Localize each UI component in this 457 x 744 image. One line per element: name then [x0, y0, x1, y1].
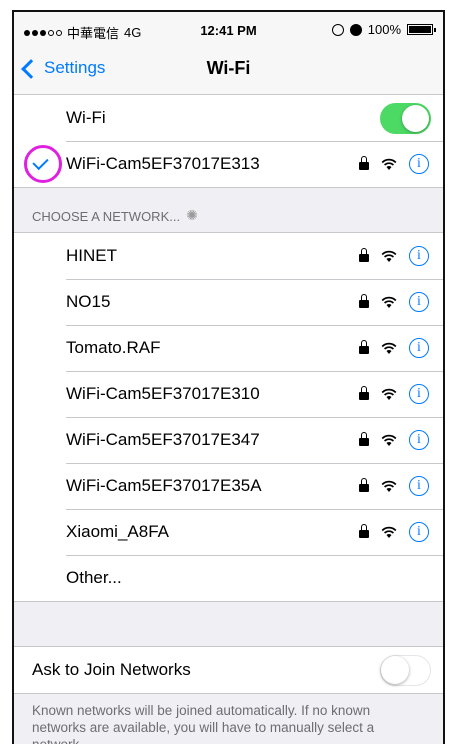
wifi-toggle-row: Wi-Fi	[14, 95, 443, 141]
lock-icon	[359, 294, 369, 308]
network-row[interactable]: WiFi-Cam5EF37017E35A i	[14, 463, 443, 509]
info-button[interactable]: i	[409, 384, 429, 404]
info-button[interactable]: i	[409, 430, 429, 450]
battery-icon	[407, 24, 436, 35]
top-bar: 中華電信 4G 12:41 PM 100% Settings Wi-Fi	[14, 12, 443, 95]
ask-join-toggle[interactable]	[380, 654, 431, 686]
network-icons: i	[359, 430, 429, 450]
lock-icon	[359, 248, 369, 262]
network-row[interactable]: WiFi-Cam5EF37017E310 i	[14, 371, 443, 417]
network-icons: i	[359, 338, 429, 358]
network-list: HINET i NO15 i Tomato.RAF i WiFi-Cam5EF37017E3…	[14, 232, 443, 602]
network-icons: i	[359, 246, 429, 266]
rotation-lock-icon	[331, 23, 344, 36]
lock-icon	[359, 340, 369, 354]
status-bar: 中華電信 4G 12:41 PM 100%	[14, 12, 443, 48]
network-row[interactable]: Tomato.RAF i	[14, 325, 443, 371]
network-name: WiFi-Cam5EF37017E313	[66, 154, 260, 173]
network-row[interactable]: HINET i	[14, 233, 443, 279]
alarm-icon	[349, 23, 362, 36]
wifi-signal-icon	[381, 480, 397, 492]
status-right: 100%	[331, 22, 436, 37]
page-title: Wi-Fi	[206, 58, 251, 78]
wifi-group: Wi-Fi WiFi-Cam5EF37017E313 i	[14, 95, 443, 188]
network-icons: i	[359, 384, 429, 404]
info-button[interactable]: i	[409, 522, 429, 542]
lock-icon	[359, 524, 369, 538]
connected-network-row[interactable]: WiFi-Cam5EF37017E313 i	[14, 141, 443, 187]
network-row[interactable]: Xiaomi_A8FA i	[14, 509, 443, 555]
wifi-toggle-label: Wi-Fi	[66, 108, 106, 127]
ask-join-footer: Known networks will be joined automatica…	[32, 703, 375, 744]
phone-screen: 中華電信 4G 12:41 PM 100% Settings Wi-Fi Wi-…	[12, 10, 445, 744]
ask-join-group: Ask to Join Networks	[14, 646, 443, 694]
wifi-signal-icon	[381, 342, 397, 354]
lock-icon	[359, 478, 369, 492]
battery-percent: 100%	[367, 22, 401, 37]
network-icons: i	[359, 154, 429, 174]
toggle-knob	[402, 104, 429, 132]
network-icons: i	[359, 292, 429, 312]
other-network-label: Other...	[66, 568, 122, 587]
info-button[interactable]: i	[409, 476, 429, 496]
network-name: Tomato.RAF	[66, 338, 161, 357]
lock-icon	[359, 386, 369, 400]
network-icons: i	[359, 476, 429, 496]
network-row[interactable]: NO15 i	[14, 279, 443, 325]
wifi-signal-icon	[381, 388, 397, 400]
network-name: HINET	[66, 246, 117, 265]
wifi-signal-icon	[381, 434, 397, 446]
wifi-toggle[interactable]	[380, 102, 431, 134]
wifi-signal-icon	[381, 526, 397, 538]
loading-spinner-icon: ✺	[186, 207, 198, 223]
wifi-signal-icon	[381, 158, 397, 170]
lock-icon	[359, 156, 369, 170]
other-network-row[interactable]: Other...	[14, 555, 443, 601]
toggle-knob	[381, 655, 409, 684]
section-header-label: CHOOSE A NETWORK...	[32, 209, 181, 224]
info-button[interactable]: i	[409, 246, 429, 266]
info-button[interactable]: i	[409, 154, 429, 174]
network-name: WiFi-Cam5EF37017E35A	[66, 476, 262, 495]
network-name: WiFi-Cam5EF37017E310	[66, 384, 260, 403]
navigation-bar: Settings Wi-Fi	[14, 48, 443, 94]
section-header: CHOOSE A NETWORK... ✺	[14, 188, 443, 232]
network-icons: i	[359, 522, 429, 542]
network-name: WiFi-Cam5EF37017E347	[66, 430, 260, 449]
info-button[interactable]: i	[409, 292, 429, 312]
wifi-signal-icon	[381, 296, 397, 308]
network-row[interactable]: WiFi-Cam5EF37017E347 i	[14, 417, 443, 463]
info-button[interactable]: i	[409, 338, 429, 358]
network-name: Xiaomi_A8FA	[66, 522, 169, 541]
network-name: NO15	[66, 292, 111, 311]
lock-icon	[359, 432, 369, 446]
wifi-signal-icon	[381, 250, 397, 262]
ask-join-label: Ask to Join Networks	[32, 660, 191, 679]
ask-join-row: Ask to Join Networks	[14, 647, 443, 693]
